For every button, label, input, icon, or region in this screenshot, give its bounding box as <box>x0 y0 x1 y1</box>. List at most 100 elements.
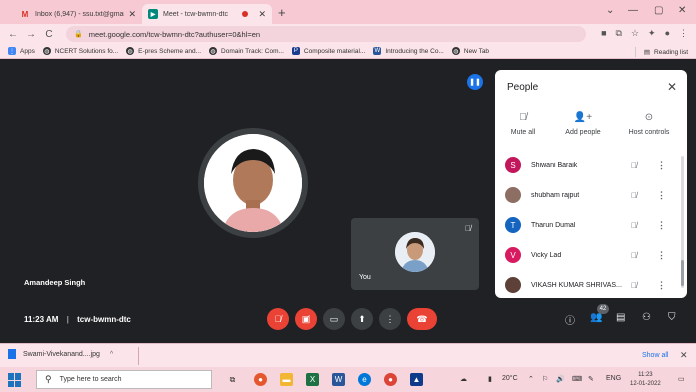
temperature[interactable]: 20°C <box>502 375 518 382</box>
close-tab-icon[interactable]: ✕ <box>258 9 266 20</box>
back-icon[interactable]: ← <box>4 29 22 40</box>
bookmark-item[interactable]: P Composite material... <box>291 47 365 55</box>
self-photo <box>395 232 435 272</box>
url-field[interactable]: 🔒 meet.google.com/tcw-bwmn-dtc?authuser=… <box>66 26 586 42</box>
meet-stage: ❚❚ Amandeep Singh 🎙̸ You People ✕ 🎙̸ Mut… <box>0 60 696 343</box>
chrome-icon[interactable]: ● <box>384 373 397 386</box>
star-icon[interactable]: ☆ <box>631 28 639 39</box>
reload-icon[interactable]: C <box>40 29 58 40</box>
scrollbar[interactable] <box>681 156 684 288</box>
bookmark-label: NCERT Solutions fo... <box>54 47 119 55</box>
bookmark-apps[interactable]: ⋮ Apps <box>8 47 35 55</box>
more-options-icon[interactable]: ⋮ <box>657 220 666 231</box>
action-label: Mute all <box>510 129 536 136</box>
windows-start-icon[interactable] <box>8 373 22 387</box>
globe-icon: ◍ <box>126 47 135 55</box>
mic-off-icon: 🎙̸ <box>631 280 637 290</box>
speaker-icon[interactable]: 🔊 <box>556 375 565 383</box>
activities-icon[interactable]: ⚇ <box>642 312 651 323</box>
host-controls-button[interactable]: ⊙ Host controls <box>623 112 675 136</box>
self-view-tile[interactable]: 🎙̸ You <box>351 218 479 290</box>
reading-list-button[interactable]: ▤ Reading list <box>634 47 688 57</box>
photos-icon[interactable]: ▲ <box>410 373 423 386</box>
bookmark-item[interactable]: W Introducing the Co... <box>373 47 444 55</box>
camera-indicator-icon[interactable]: ■ <box>601 28 606 39</box>
bookmark-item[interactable]: ◍ New Tab <box>451 47 489 55</box>
network-icon[interactable]: ⚐ <box>542 375 548 383</box>
pen-icon[interactable]: ✎ <box>588 375 594 383</box>
mic-off-icon: 🎙̸ <box>465 224 471 233</box>
menu-icon[interactable]: ⋮ <box>679 28 688 39</box>
taskbar-search-input[interactable]: ⚲ Type here to search <box>36 370 212 389</box>
self-label: You <box>359 274 371 281</box>
info-icon[interactable]: ⓘ <box>565 312 575 327</box>
leave-call-button[interactable]: ☎ <box>407 308 437 330</box>
add-people-button[interactable]: 👤+ Add people <box>559 112 607 136</box>
maximize-button[interactable]: ▢ <box>654 5 663 16</box>
list-item[interactable]: T Tharun Dumal 🎙̸ ⋮ <box>495 210 687 240</box>
bookmark-item[interactable]: ◍ E-pres Scheme and... <box>126 47 201 55</box>
host-shield-icon[interactable]: ⛉ <box>668 312 676 323</box>
chevron-up-icon[interactable]: ⌃ <box>528 375 534 383</box>
more-options-icon[interactable]: ⋮ <box>657 160 666 171</box>
battery-icon[interactable]: ▮ <box>488 375 492 383</box>
bookmark-item[interactable]: ◍ NCERT Solutions fo... <box>42 47 119 55</box>
chevron-up-icon[interactable]: ^ <box>110 351 113 358</box>
puzzle-icon[interactable]: ✦ <box>648 28 656 39</box>
scrollbar-thumb[interactable] <box>681 260 684 286</box>
more-options-icon[interactable]: ⋮ <box>657 280 666 291</box>
chat-icon[interactable]: ▤ <box>616 312 625 323</box>
mute-all-button[interactable]: 🎙̸ Mute all <box>507 112 539 136</box>
close-window-button[interactable]: ✕ <box>678 5 686 16</box>
notifications-icon[interactable]: ▭ <box>678 375 685 383</box>
search-placeholder: Type here to search <box>59 376 122 383</box>
folder-icon[interactable]: ▬ <box>280 373 293 386</box>
edge-icon[interactable]: e <box>358 373 371 386</box>
tab-search-icon[interactable]: ⌄ <box>606 5 614 16</box>
globe-icon: ◍ <box>42 47 51 55</box>
mic-off-icon: 🎙̸ <box>631 220 637 230</box>
close-tab-icon[interactable]: ✕ <box>128 9 136 20</box>
language-indicator[interactable]: ENG <box>606 375 621 382</box>
avatar <box>505 277 521 293</box>
clock-date: 12-01-2022 <box>630 381 661 387</box>
close-icon[interactable]: ✕ <box>667 80 677 94</box>
download-item[interactable]: Swami-Vivekanand....jpg ^ <box>8 349 113 359</box>
download-filename: Swami-Vivekanand....jpg <box>23 350 100 358</box>
tab-gmail[interactable]: M Inbox (6,947) - ssu.txt@gmail.co ✕ <box>14 4 142 24</box>
more-options-icon[interactable]: ⋮ <box>657 250 666 261</box>
keyboard-icon[interactable]: ⌨ <box>572 375 582 383</box>
list-item[interactable]: V Vicky Lad 🎙̸ ⋮ <box>495 240 687 270</box>
present-button[interactable]: ⬆ <box>351 308 373 330</box>
toggle-icon: ⊙ <box>644 112 654 123</box>
weather-icon[interactable]: ☁ <box>460 375 467 383</box>
new-tab-button[interactable]: + <box>278 5 286 20</box>
participant-list: S Shiwani Baraik 🎙̸ ⋮ shubham rajput 🎙̸ … <box>495 150 687 300</box>
chrome-icon[interactable]: ● <box>254 373 267 386</box>
list-item[interactable]: VIKASH KUMAR SHRIVAS... 🎙̸ ⋮ <box>495 270 687 300</box>
close-icon[interactable]: ✕ <box>680 350 688 361</box>
more-options-button[interactable]: ⋮ <box>379 308 401 330</box>
more-options-icon[interactable]: ⋮ <box>657 190 666 201</box>
avatar[interactable]: ● <box>665 28 670 39</box>
camera-toggle-button[interactable]: ▣̸ <box>295 308 317 330</box>
system-clock[interactable]: 11:23 12-01-2022 <box>630 371 661 389</box>
bookmark-item[interactable]: ◍ Domain Track: Com... <box>209 47 284 55</box>
share-icon[interactable]: ⧉ <box>616 28 622 39</box>
show-all-button[interactable]: Show all <box>642 352 668 359</box>
list-item[interactable]: shubham rajput 🎙̸ ⋮ <box>495 180 687 210</box>
list-item[interactable]: S Shiwani Baraik 🎙̸ ⋮ <box>495 150 687 180</box>
word-icon[interactable]: W <box>332 373 345 386</box>
task-view-icon[interactable]: ⧉ <box>226 373 239 386</box>
captions-button[interactable]: ▭ <box>323 308 345 330</box>
action-label: Host controls <box>628 129 670 136</box>
forward-icon[interactable]: → <box>22 29 40 40</box>
globe-icon: ◍ <box>209 47 218 55</box>
activity-indicator-icon: ❚❚ <box>467 74 483 90</box>
mic-toggle-button[interactable]: 🎙̸ <box>267 308 289 330</box>
minimize-button[interactable]: — <box>628 5 638 16</box>
gmail-icon: M <box>21 9 29 19</box>
tab-meet[interactable]: ▶ Meet - tcw-bwmn-dtc ✕ <box>142 4 272 24</box>
excel-icon[interactable]: X <box>306 373 319 386</box>
bookmark-label: Domain Track: Com... <box>221 47 284 55</box>
